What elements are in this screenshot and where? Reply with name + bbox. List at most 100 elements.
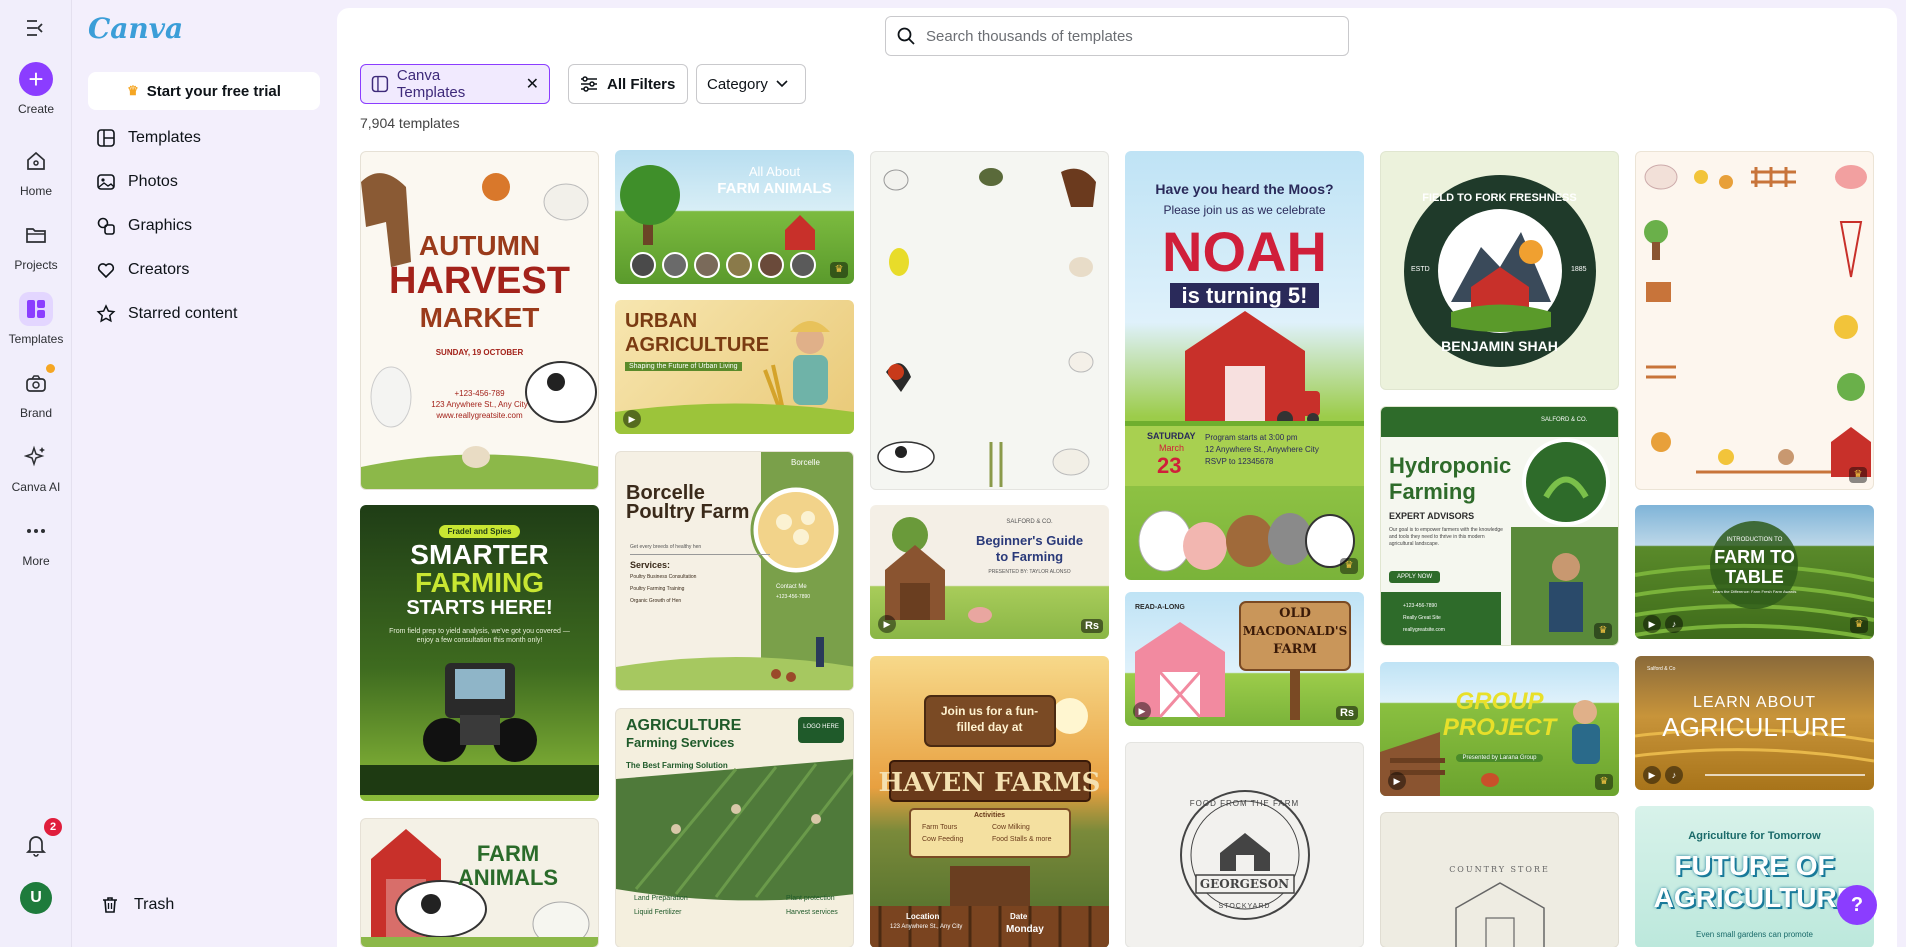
nav-graphics[interactable]: Graphics (96, 210, 326, 242)
noah-program: Program starts at 3:00 pm (1205, 433, 1298, 442)
nav-templates[interactable]: Templates (96, 122, 326, 154)
resize-badge: Rs (1080, 619, 1103, 633)
nav-starred[interactable]: Starred content (96, 298, 326, 330)
template-card-borcelle-poultry[interactable]: Borcelle Poultry Farm Borcelle Get every… (615, 451, 854, 691)
haven-activity-2: Cow Milking (992, 824, 1030, 831)
farm-to-table-title-1: FARM TO (1714, 547, 1795, 567)
star-icon (96, 304, 116, 323)
poultry-contact: Contact Me (776, 584, 807, 590)
canva-templates-filter-chip[interactable]: Canva Templates ✕ (360, 64, 550, 104)
noah-month: March (1159, 443, 1185, 453)
badge-estd: ESTD (1411, 266, 1430, 273)
trash-icon (103, 897, 117, 913)
agri-service-d: Harvest services (786, 909, 838, 916)
haven-location-label: Location (906, 912, 940, 921)
play-icon: ▶ (1388, 772, 1406, 790)
rail-home[interactable]: Home (0, 144, 72, 198)
beginners-title-2: to Farming (995, 549, 1064, 564)
search-bar[interactable] (885, 16, 1349, 56)
start-trial-button[interactable]: ♛ Start your free trial (88, 72, 320, 110)
farm-to-table-intro: INTRODUCTION TO (1726, 537, 1783, 543)
nav-photos-label: Photos (128, 173, 178, 190)
template-card-country-store[interactable]: COUNTRY STORE (1380, 812, 1619, 947)
avatar[interactable]: U (20, 882, 52, 914)
premium-crown-icon: ♛ (1594, 623, 1612, 639)
template-card-beginners-guide[interactable]: SALFORD & CO. Beginner's Guide to Farmin… (870, 505, 1109, 639)
template-card-farm-animals-frame[interactable] (870, 151, 1109, 490)
poultry-phone: +123-456-7890 (776, 594, 811, 600)
trash-button[interactable]: Trash (100, 895, 174, 915)
template-card-farm-frame[interactable]: ♛ (1635, 151, 1874, 490)
nav-photos[interactable]: Photos (96, 166, 326, 198)
nav-creators[interactable]: Creators (96, 254, 326, 286)
template-card-old-macdonald[interactable]: READ-A-LONG OLD MACDONALD'S FARM ▶ Rs (1125, 592, 1364, 726)
rail-create[interactable]: + Create (0, 62, 72, 116)
poultry-brand: Borcelle (791, 458, 820, 467)
hydro-title-1: Hydroponic (1389, 453, 1512, 478)
template-card-noah-birthday[interactable]: Have you heard the Moos? Please join us … (1125, 151, 1364, 580)
agri-services-sub: The Best Farming Solution (626, 761, 728, 770)
category-dropdown[interactable]: Category (696, 64, 806, 104)
crown-badge-icon (46, 364, 55, 373)
agri-service-a: Land Preparation (634, 895, 688, 902)
rail-canva-ai[interactable]: Canva AI (0, 440, 72, 494)
farm-stamp-logo (1180, 790, 1310, 920)
template-card-urban-agriculture[interactable]: URBAN AGRICULTURE Shaping the Future of … (615, 300, 854, 434)
template-card-smarter-farming[interactable]: Fradel and Spies SMARTER FARMING STARTS … (360, 505, 599, 801)
template-card-farm-animals-banner[interactable]: All About FARM ANIMALS ♛ (615, 150, 854, 284)
rail-templates[interactable]: Templates (0, 292, 72, 346)
template-card-farm-animals[interactable]: FARM ANIMALS (360, 818, 599, 947)
template-card-agriculture-services[interactable]: AGRICULTURE Farming Services The Best Fa… (615, 708, 854, 947)
animal-frame-illustration (877, 168, 1096, 487)
rail-templates-label: Templates (8, 332, 64, 346)
haven-activity-1: Farm Tours (922, 824, 958, 831)
template-card-georgeson[interactable]: FOOD FROM THE FARM GEORGESON STOCKYARD (1125, 742, 1364, 947)
nav-creators-label: Creators (128, 261, 190, 278)
rail-more[interactable]: More (0, 514, 72, 568)
noah-top: Have you heard the Moos? (1155, 181, 1334, 197)
resize-badge: Rs (1335, 706, 1358, 720)
template-card-learn-agriculture[interactable]: Salford & Co LEARN ABOUT AGRICULTURE ▶ ♪ (1635, 656, 1874, 790)
templates-icon (19, 292, 53, 326)
premium-crown-icon: ♛ (1340, 558, 1358, 574)
help-button[interactable]: ? (1837, 885, 1877, 925)
rail-canva-ai-label: Canva AI (11, 480, 61, 494)
future-sub: Even small gardens can promote (1696, 930, 1813, 939)
template-card-haven-farms[interactable]: Join us for a fun- filled day at HAVEN F… (870, 656, 1109, 947)
haven-activity-3: Cow Feeding (922, 836, 964, 843)
agri-services-title-2: Farming Services (626, 735, 735, 750)
macdonald-title-3: FARM (1273, 642, 1317, 657)
autumn-title-1: AUTUMN (418, 230, 541, 261)
canva-templates-chip-label: Canva Templates (396, 67, 466, 101)
group-title-2: PROJECT (1442, 714, 1557, 741)
noah-day: SATURDAY (1147, 431, 1196, 441)
template-card-benjamin-shah-badge[interactable]: FIELD TO FORK FRESHNESS ESTD 1885 BENJAM… (1380, 151, 1619, 390)
template-card-group-project[interactable]: GROUP PROJECT Presented by Larana Group … (1380, 662, 1619, 796)
urban-title-2: AGRICULTURE (625, 334, 770, 356)
template-card-farm-to-table[interactable]: INTRODUCTION TO FARM TO TABLE Learn the … (1635, 505, 1874, 639)
collapse-sidebar-icon[interactable] (24, 18, 48, 38)
rail-brand[interactable]: Brand (0, 364, 72, 420)
template-card-future-of-agriculture[interactable]: Agriculture for Tomorrow FUTURE OF AGRIC… (1635, 806, 1874, 947)
folder-icon (19, 218, 53, 252)
template-card-autumn-harvest[interactable]: AUTUMN HARVEST MARKET SUNDAY, 19 OCTOBER… (360, 151, 599, 490)
template-card-hydroponic-farming[interactable]: SALFORD & CO. Hydroponic Farming EXPERT … (1380, 406, 1619, 646)
search-icon (897, 27, 915, 45)
remove-filter-close-icon[interactable]: ✕ (526, 74, 539, 94)
hydro-cta: APPLY NOW (1389, 571, 1441, 583)
group-title-1: GROUP (1455, 688, 1544, 715)
canva-logo[interactable]: Canva (88, 12, 183, 45)
nav-starred-label: Starred content (128, 305, 238, 322)
nav-templates-label: Templates (128, 129, 201, 146)
premium-crown-icon: ♛ (1849, 467, 1867, 483)
hydro-title-2: Farming (1389, 479, 1476, 504)
smarter-title-3: STARTS HERE! (406, 597, 553, 619)
haven-day: Monday (1006, 924, 1044, 935)
autumn-title-3: MARKET (419, 302, 540, 333)
search-input[interactable] (926, 27, 1326, 45)
bell-icon[interactable] (22, 831, 50, 859)
rail-projects[interactable]: Projects (0, 218, 72, 272)
poultry-service-2: Poultry Farming Training (630, 586, 685, 592)
farm-to-table-sub: Learn the Difference: Farm Fresh Farm Aw… (1712, 589, 1797, 594)
all-filters-button[interactable]: All Filters (568, 64, 688, 104)
